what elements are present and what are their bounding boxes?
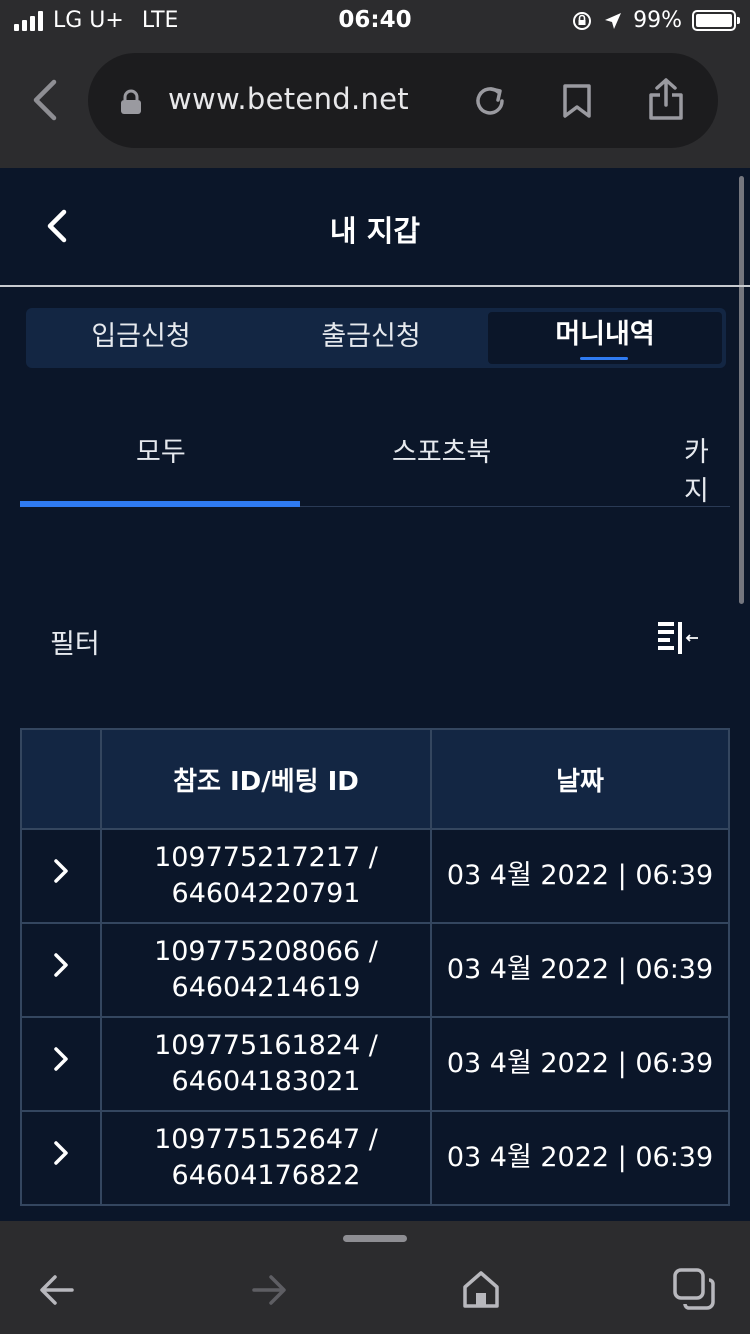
segment-money-history[interactable]: 머니내역 xyxy=(488,312,722,364)
ref-id-cell: 109775152647 / 64604176822 xyxy=(100,1110,432,1206)
reload-icon[interactable] xyxy=(472,83,508,119)
chevron-right-icon xyxy=(54,859,68,883)
table-row[interactable]: 109775217217 / 64604220791 03 4월 2022 | … xyxy=(20,828,730,924)
ref-id-cell: 109775161824 / 64604183021 xyxy=(100,1016,432,1112)
date-cell: 03 4월 2022 | 06:39 xyxy=(430,828,730,924)
chevron-right-icon xyxy=(54,1141,68,1165)
tab-sportsbook[interactable]: 스포츠북 xyxy=(392,430,491,469)
date-cell: 03 4월 2022 | 06:39 xyxy=(430,922,730,1018)
table-row[interactable]: 109775161824 / 64604183021 03 4월 2022 | … xyxy=(20,1016,730,1112)
ref-id: 109775161824 / xyxy=(154,1030,378,1061)
url-field[interactable]: www.betend.net xyxy=(88,53,718,148)
bet-id: 64604214619 xyxy=(171,972,361,1003)
expand-row-button[interactable] xyxy=(20,922,102,1018)
share-icon[interactable] xyxy=(648,77,684,121)
date-cell: 03 4월 2022 | 06:39 xyxy=(430,1016,730,1112)
lock-icon xyxy=(121,89,141,114)
ref-id: 109775152647 / xyxy=(154,1124,378,1155)
battery-fill xyxy=(696,14,732,27)
chevron-right-icon xyxy=(54,953,68,977)
segment-active-underline xyxy=(580,357,628,360)
expand-row-button[interactable] xyxy=(20,828,102,924)
ref-id: 109775208066 / xyxy=(154,936,378,967)
ref-id-cell: 109775208066 / 64604214619 xyxy=(100,922,432,1018)
battery-percent: 99% xyxy=(633,8,682,33)
expand-row-button[interactable] xyxy=(20,1110,102,1206)
tabs-icon[interactable] xyxy=(672,1267,716,1311)
page-header: 내 지갑 xyxy=(0,168,750,287)
table-row[interactable]: 109775208066 / 64604214619 03 4월 2022 | … xyxy=(20,922,730,1018)
tab-all[interactable]: 모두 xyxy=(136,430,186,469)
page-title: 내 지갑 xyxy=(329,214,421,248)
header-expand xyxy=(20,728,102,830)
header-ref-id: 참조 ID/베팅 ID xyxy=(100,728,432,830)
date-cell: 03 4월 2022 | 06:39 xyxy=(430,1110,730,1206)
orientation-lock-icon xyxy=(573,11,592,30)
segment-deposit[interactable]: 입금신청 xyxy=(26,308,256,368)
back-chevron-icon[interactable] xyxy=(26,78,66,122)
forward-arrow-icon[interactable] xyxy=(250,1271,288,1309)
tab-active-bar xyxy=(20,501,300,507)
tab-bar-handle[interactable] xyxy=(343,1235,407,1242)
filter-label[interactable]: 필터 xyxy=(50,622,100,661)
bet-id: 64604176822 xyxy=(171,1160,361,1191)
money-history-table: 참조 ID/베팅 ID 날짜 109775217217 / 6460422079… xyxy=(20,728,730,1206)
expand-row-button[interactable] xyxy=(20,1016,102,1112)
bet-id: 64604183021 xyxy=(171,1066,361,1097)
wallet-segment-control: 입금신청 출금신청 머니내역 xyxy=(26,308,726,368)
ref-id: 109775217217 / xyxy=(154,842,378,873)
ref-id-cell: 109775217217 / 64604220791 xyxy=(100,828,432,924)
filter-columns-icon[interactable] xyxy=(656,620,700,656)
header-date: 날짜 xyxy=(430,728,730,830)
table-row[interactable]: 109775152647 / 64604176822 03 4월 2022 | … xyxy=(20,1110,730,1206)
table-header-row: 참조 ID/베팅 ID 날짜 xyxy=(20,728,730,830)
location-arrow-icon xyxy=(605,12,622,29)
status-bar: LG U+ LTE 06:40 99% xyxy=(0,0,750,40)
category-tabs: 모두 스포츠북 카지 xyxy=(20,406,730,507)
battery-icon xyxy=(692,10,740,31)
back-arrow-icon[interactable] xyxy=(38,1271,76,1309)
tab-casino[interactable]: 카지 xyxy=(684,430,730,508)
status-right: 99% xyxy=(571,8,740,33)
chevron-right-icon xyxy=(54,1047,68,1071)
wallet-page: 내 지갑 입금신청 출금신청 머니내역 모두 스포츠북 카지 필터 참조 ID/… xyxy=(0,168,750,1221)
bookmark-icon[interactable] xyxy=(562,83,592,119)
home-icon[interactable] xyxy=(462,1269,500,1309)
browser-toolbar xyxy=(0,1221,750,1334)
segment-withdraw[interactable]: 출금신청 xyxy=(256,308,486,368)
url-text: www.betend.net xyxy=(168,82,409,116)
browser-address-bar: www.betend.net xyxy=(0,40,750,168)
segment-money-history-label: 머니내역 xyxy=(555,319,655,350)
bet-id: 64604220791 xyxy=(171,878,361,909)
